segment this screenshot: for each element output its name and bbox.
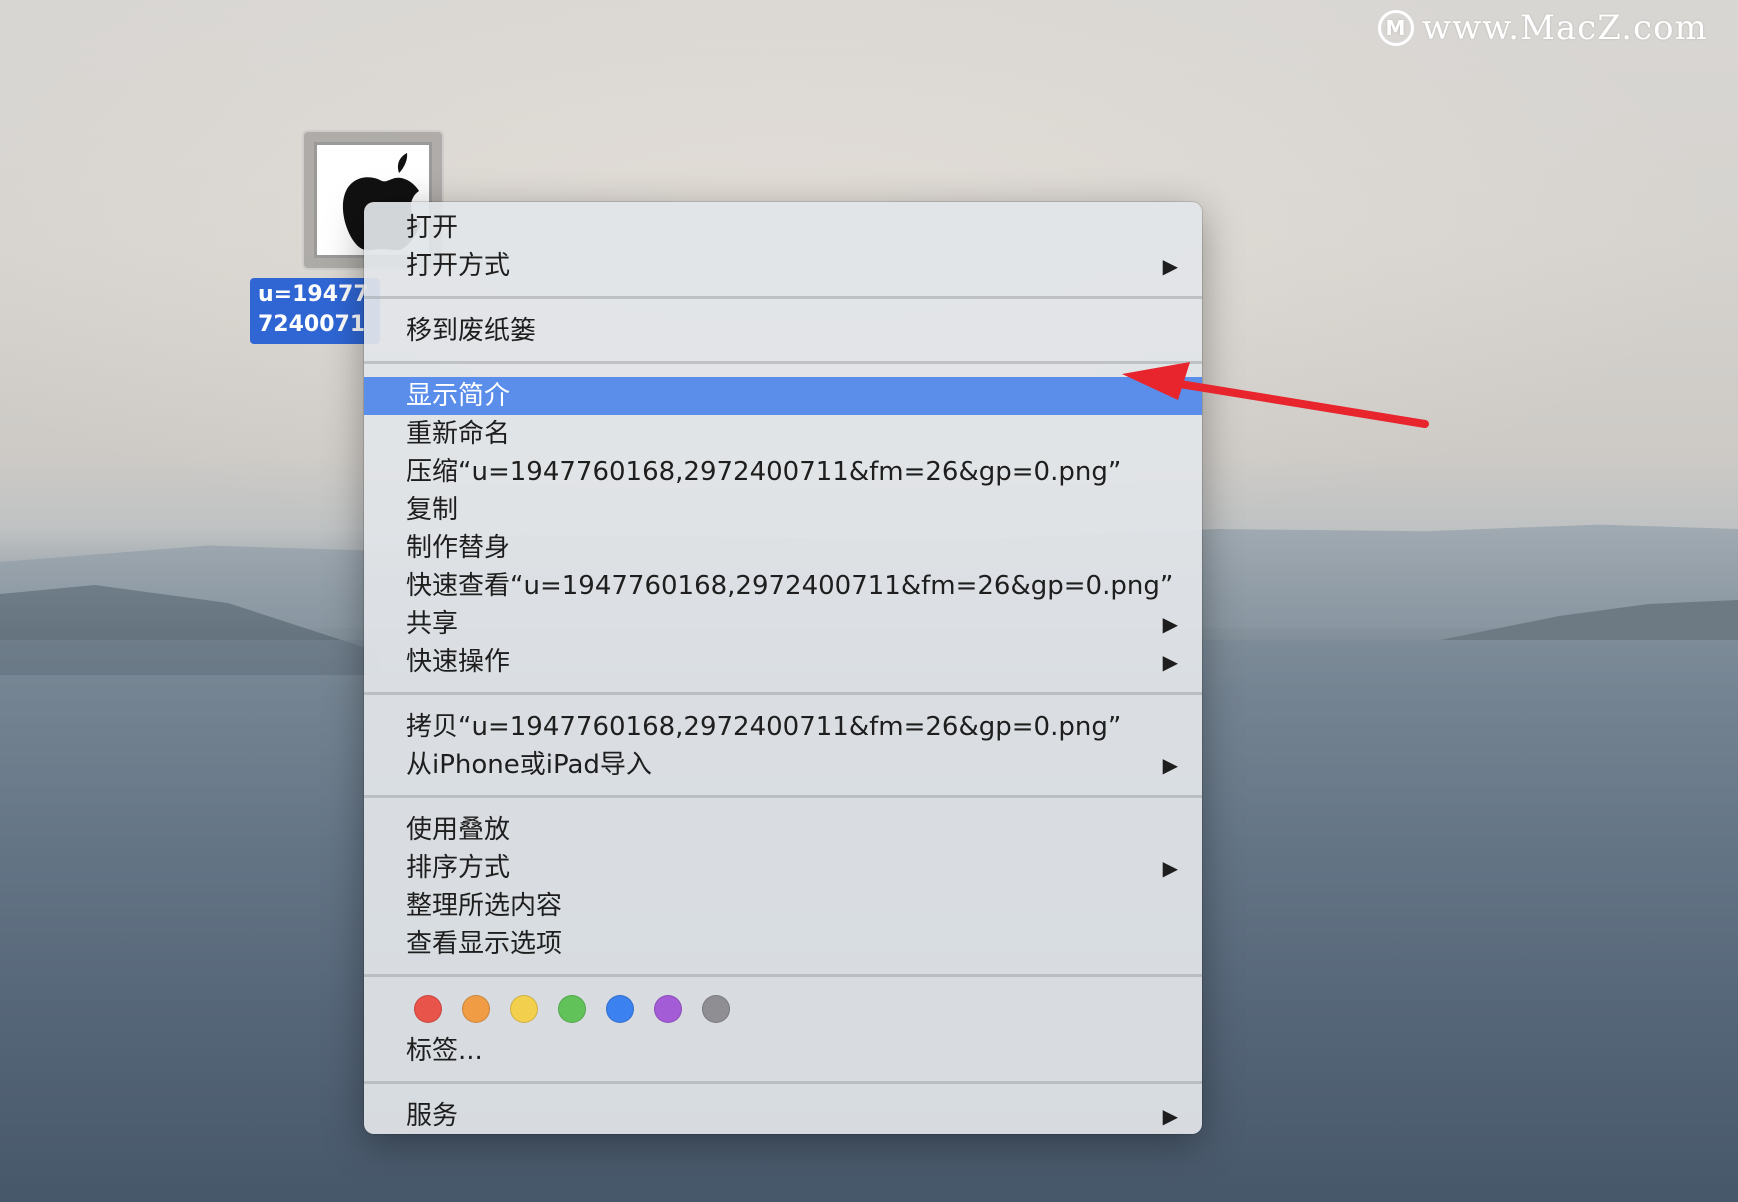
- menu-separator: [364, 795, 1202, 798]
- menu-item-duplicate[interactable]: 复制: [364, 491, 1202, 529]
- menu-item-share[interactable]: 共享 ▶: [364, 605, 1202, 643]
- submenu-arrow-icon: ▶: [1162, 1104, 1178, 1128]
- tag-gray[interactable]: [702, 995, 730, 1023]
- menu-item-quick-actions[interactable]: 快速操作 ▶: [364, 643, 1202, 681]
- menu-item-quick-look[interactable]: 快速查看“u=1947760168,2972400711&fm=26&gp=0.…: [364, 567, 1202, 605]
- menu-item-tags[interactable]: 标签...: [364, 1032, 1202, 1070]
- tag-color-row: [364, 990, 1202, 1028]
- menu-separator: [364, 296, 1202, 299]
- menu-item-import-from-iphone[interactable]: 从iPhone或iPad导入 ▶: [364, 746, 1202, 784]
- annotation-arrow-icon: [1122, 362, 1429, 428]
- menu-item-clean-up-selection[interactable]: 整理所选内容: [364, 887, 1202, 925]
- macz-logo-icon: M: [1378, 10, 1414, 46]
- menu-separator: [364, 974, 1202, 977]
- menu-item-rename[interactable]: 重新命名: [364, 415, 1202, 453]
- tag-orange[interactable]: [462, 995, 490, 1023]
- menu-item-copy[interactable]: 拷贝“u=1947760168,2972400711&fm=26&gp=0.pn…: [364, 708, 1202, 746]
- submenu-arrow-icon: ▶: [1162, 254, 1178, 278]
- submenu-arrow-icon: ▶: [1162, 612, 1178, 636]
- menu-item-move-to-trash[interactable]: 移到废纸篓: [364, 312, 1202, 350]
- file-name-line-1: u=19477: [258, 282, 369, 307]
- tag-yellow[interactable]: [510, 995, 538, 1023]
- menu-item-open[interactable]: 打开: [364, 209, 1202, 247]
- menu-item-make-alias[interactable]: 制作替身: [364, 529, 1202, 567]
- submenu-arrow-icon: ▶: [1162, 856, 1178, 880]
- menu-item-use-stacks[interactable]: 使用叠放: [364, 811, 1202, 849]
- tag-blue[interactable]: [606, 995, 634, 1023]
- menu-separator: [364, 692, 1202, 695]
- menu-item-compress[interactable]: 压缩“u=1947760168,2972400711&fm=26&gp=0.pn…: [364, 453, 1202, 491]
- tag-green[interactable]: [558, 995, 586, 1023]
- desktop-file-name[interactable]: u=19477 7240071: [250, 278, 380, 344]
- context-menu: 打开 打开方式 ▶ 移到废纸篓 显示简介 重新命名 压缩“u=1947760168…: [364, 202, 1202, 1134]
- menu-item-open-with[interactable]: 打开方式 ▶: [364, 247, 1202, 285]
- menu-separator: [364, 361, 1202, 364]
- file-name-line-2: 7240071: [258, 312, 366, 337]
- menu-item-get-info[interactable]: 显示简介: [364, 377, 1202, 415]
- menu-item-sort-by[interactable]: 排序方式 ▶: [364, 849, 1202, 887]
- menu-item-services[interactable]: 服务 ▶: [364, 1097, 1202, 1135]
- watermark-text: www.MacZ.com: [1422, 8, 1708, 48]
- menu-item-show-view-options[interactable]: 查看显示选项: [364, 925, 1202, 963]
- submenu-arrow-icon: ▶: [1162, 753, 1178, 777]
- watermark: M www.MacZ.com: [1378, 8, 1708, 48]
- tag-purple[interactable]: [654, 995, 682, 1023]
- menu-separator: [364, 1081, 1202, 1084]
- submenu-arrow-icon: ▶: [1162, 650, 1178, 674]
- tag-red[interactable]: [414, 995, 442, 1023]
